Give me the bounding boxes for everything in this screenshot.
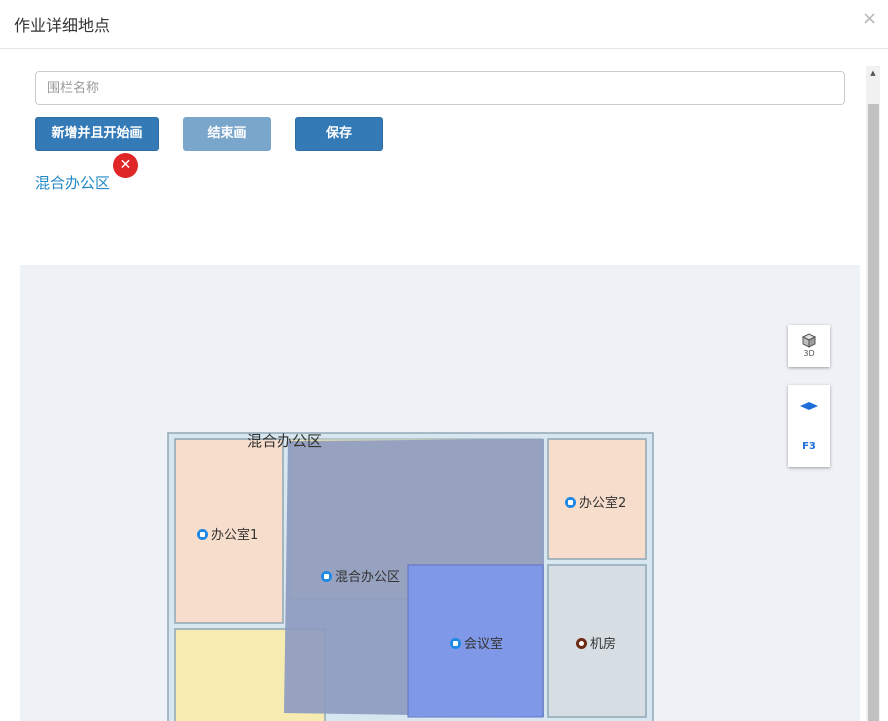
room-label-server[interactable]: 机房 xyxy=(576,633,616,652)
fence-area-label: 混合办公区 xyxy=(247,432,323,450)
indoor-map[interactable]: 混合办公区 办公室1 办公室2 混合办公区 会议室 机房 3D F3 xyxy=(20,265,860,721)
floor-label: F3 xyxy=(802,441,816,452)
room-label-office-1[interactable]: 办公室1 xyxy=(197,524,258,543)
fence-name-input[interactable] xyxy=(35,71,845,105)
close-icon[interactable]: × xyxy=(862,9,877,29)
cube-icon xyxy=(801,333,817,348)
floor-plan xyxy=(167,432,654,721)
room-label-mixed-office[interactable]: 混合办公区 xyxy=(321,566,400,585)
view-mode-label: 3D xyxy=(803,349,815,358)
layers-icon xyxy=(800,402,818,410)
scroll-up-arrow-icon[interactable]: ▲ xyxy=(866,66,880,80)
end-draw-button[interactable]: 结束画 xyxy=(183,117,271,151)
meeting-icon xyxy=(450,638,461,649)
office-icon xyxy=(321,571,332,582)
view-mode-toggle[interactable]: 3D xyxy=(788,325,830,367)
add-and-draw-button[interactable]: 新增并且开始画 xyxy=(35,117,159,151)
fence-list-item[interactable]: 混合办公区 xyxy=(35,172,110,193)
room-label-meeting[interactable]: 会议室 xyxy=(450,633,503,652)
office-icon xyxy=(197,529,208,540)
dialog-title: 作业详细地点 xyxy=(14,16,111,35)
scrollbar-thumb[interactable] xyxy=(868,104,879,721)
floor-selector[interactable]: F3 xyxy=(788,385,830,467)
remove-fence-icon[interactable]: ✕ xyxy=(113,153,138,178)
office-icon xyxy=(565,497,576,508)
room-label-office-2[interactable]: 办公室2 xyxy=(565,492,626,511)
dialog-header: 作业详细地点 × xyxy=(0,0,888,49)
server-room-icon xyxy=(576,638,587,649)
save-button[interactable]: 保存 xyxy=(295,117,383,151)
